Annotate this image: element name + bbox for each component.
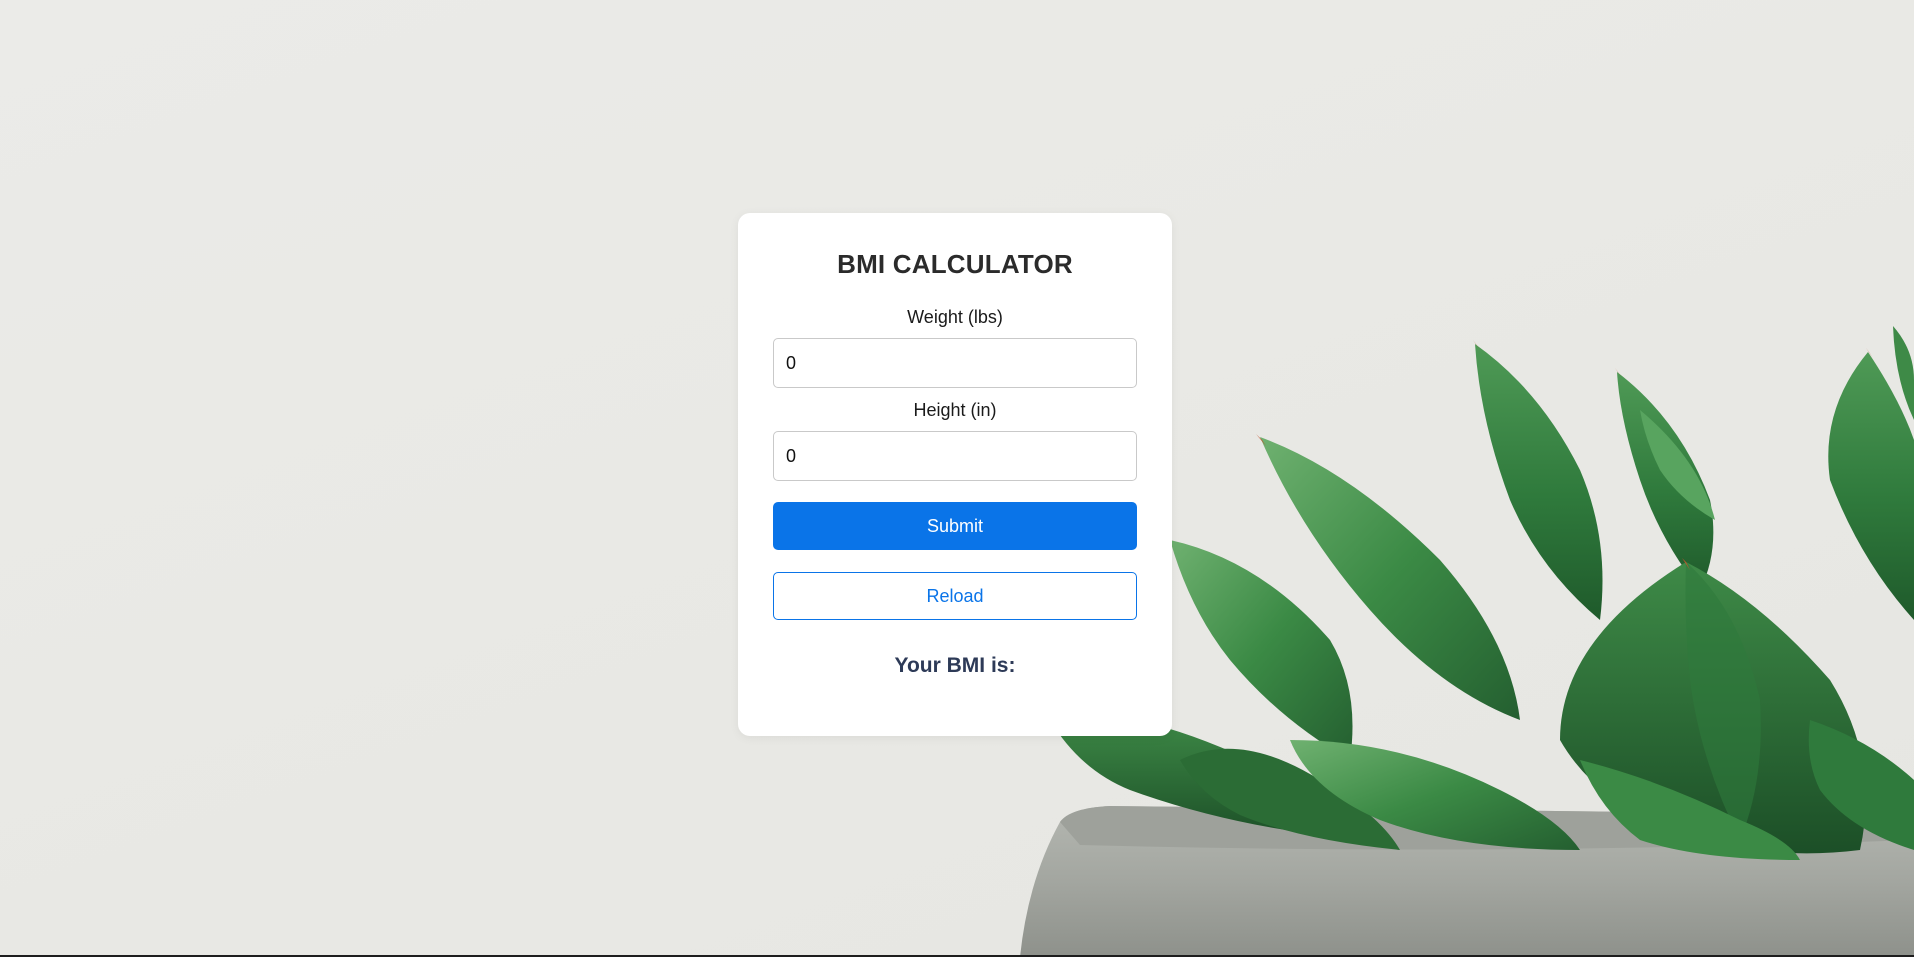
- reload-button[interactable]: Reload: [773, 572, 1137, 620]
- weight-input[interactable]: [773, 338, 1137, 388]
- submit-button[interactable]: Submit: [773, 502, 1137, 550]
- height-input[interactable]: [773, 431, 1137, 481]
- bmi-result-text: Your BMI is:: [894, 654, 1016, 677]
- height-label: Height (in): [913, 400, 997, 420]
- weight-label: Weight (lbs): [907, 307, 1003, 327]
- bmi-calculator-card: BMI CALCULATOR Weight (lbs) Height (in) …: [738, 213, 1172, 736]
- page-title: BMI CALCULATOR: [837, 249, 1073, 279]
